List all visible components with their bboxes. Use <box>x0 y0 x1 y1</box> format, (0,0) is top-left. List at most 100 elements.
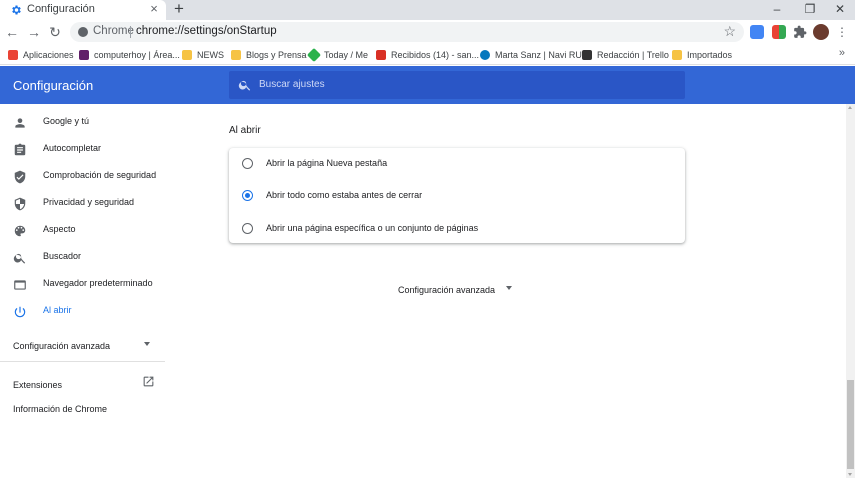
sidebar-item-appearance[interactable]: Aspecto <box>0 220 165 242</box>
bookmark-label: Blogs y Prensa <box>246 50 307 60</box>
scrollbar[interactable] <box>846 104 855 478</box>
section-title: Al abrir <box>229 125 261 136</box>
reload-button[interactable]: ↻ <box>47 24 63 40</box>
sidebar-item-label: Al abrir <box>43 305 72 315</box>
chrome-site-icon <box>78 27 88 37</box>
scroll-down-icon[interactable] <box>848 473 852 476</box>
bookmark-item[interactable]: Importados <box>672 48 732 62</box>
sidebar-item-privacy[interactable]: Privacidad y seguridad <box>0 193 165 215</box>
new-tab-button[interactable]: + <box>172 0 186 20</box>
sidebar-advanced-toggle[interactable]: Configuración avanzada <box>13 338 163 352</box>
address-bar[interactable]: Chrome chrome://settings/onStartup ☆ <box>70 22 744 42</box>
minimize-button[interactable]: – <box>762 0 792 20</box>
bookmark-item[interactable]: Blogs y Prensa <box>231 48 307 62</box>
bookmark-label: Today / Me <box>324 50 369 60</box>
bookmark-item[interactable]: computerhoy | Área... <box>79 48 180 62</box>
sidebar-item-label: Comprobación de seguridad <box>43 170 157 180</box>
startup-option-continue[interactable]: Abrir todo como estaba antes de cerrar <box>229 185 685 207</box>
close-window-button[interactable]: ✕ <box>825 0 855 20</box>
folder-icon <box>231 50 241 60</box>
sidebar-item-extensions[interactable]: Extensiones <box>13 376 158 391</box>
tab-settings[interactable]: Configuración × <box>0 0 166 20</box>
bookmark-label: NEWS <box>197 50 224 60</box>
translate-extension-icon[interactable] <box>750 25 764 39</box>
browser-icon <box>14 280 26 290</box>
power-icon <box>14 306 26 318</box>
bookmarks-bar: Aplicaciones computerhoy | Área... NEWS … <box>0 44 855 65</box>
restore-button[interactable]: ❐ <box>795 0 825 20</box>
scroll-thumb[interactable] <box>847 380 854 469</box>
folder-icon <box>182 50 192 60</box>
bookmark-item[interactable]: Recibidos (14) - san... <box>376 48 479 62</box>
option-label: Abrir la página Nueva pestaña <box>266 158 388 168</box>
radio-button-selected[interactable] <box>242 190 253 201</box>
page-title: Configuración <box>13 78 94 93</box>
bookmark-label: Redacción | Trello <box>597 50 669 60</box>
apps-grid-icon <box>8 50 18 60</box>
sidebar-item-on-startup[interactable]: Al abrir <box>0 301 165 323</box>
bookmarks-overflow-icon[interactable]: » <box>839 47 845 59</box>
omnibox-separator <box>130 26 131 38</box>
sidebar-item-label: Buscador <box>43 251 82 261</box>
shield-check-icon <box>14 170 26 184</box>
avatar[interactable] <box>813 24 829 40</box>
bookmark-star-icon[interactable]: ☆ <box>723 23 736 40</box>
bookmark-label: computerhoy | Área... <box>94 50 180 60</box>
gear-icon <box>12 5 21 15</box>
clipboard-icon <box>14 143 26 156</box>
sidebar-item-search-engine[interactable]: Buscador <box>0 247 165 269</box>
startup-option-new-tab[interactable]: Abrir la página Nueva pestaña <box>229 153 685 175</box>
shield-icon <box>14 197 26 211</box>
forward-button[interactable]: → <box>26 24 42 40</box>
person-icon <box>15 118 25 128</box>
bookmark-label: Aplicaciones <box>23 50 74 60</box>
bookmark-item[interactable]: Aplicaciones <box>8 48 74 62</box>
search-placeholder: Buscar ajustes <box>259 79 325 90</box>
sidebar-item-safety-check[interactable]: Comprobación de seguridad <box>0 166 165 188</box>
sidebar-item-label: Extensiones <box>13 380 63 390</box>
search-icon <box>238 80 251 91</box>
sidebar-item-label: Autocompletar <box>43 143 102 153</box>
feedly-icon <box>306 47 322 63</box>
bookmark-label: Importados <box>687 50 733 60</box>
palette-icon <box>14 225 26 237</box>
back-button[interactable]: ← <box>4 24 20 40</box>
radio-button[interactable] <box>242 223 253 234</box>
bookmark-item[interactable]: Marta Sanz | Navi RU <box>480 48 582 62</box>
trello-icon <box>582 50 592 60</box>
sidebar-item-label: Privacidad y seguridad <box>43 197 135 207</box>
folder-icon <box>672 50 682 60</box>
sidebar-item-about-chrome[interactable]: Información de Chrome <box>13 404 107 414</box>
advanced-settings-label: Configuración avanzada <box>398 285 496 295</box>
gmail-icon <box>376 50 386 60</box>
settings-header: Configuración Buscar ajustes <box>0 66 855 104</box>
radio-button[interactable] <box>242 158 253 169</box>
bookmark-item[interactable]: Today / Me <box>306 47 369 63</box>
startup-option-specific-pages[interactable]: Abrir una página específica o un conjunt… <box>229 218 685 240</box>
sidebar-item-autofill[interactable]: Autocompletar <box>0 139 165 161</box>
extension-icon[interactable] <box>772 25 786 39</box>
site-chip: Chrome <box>93 25 134 37</box>
advanced-settings-toggle[interactable]: Configuración avanzada <box>398 282 518 296</box>
open-in-new-icon <box>143 376 154 387</box>
option-label: Abrir una página específica o un conjunt… <box>266 223 479 233</box>
bookmark-item[interactable]: NEWS <box>182 48 224 62</box>
bookmark-label: Marta Sanz | Navi RU <box>495 50 582 60</box>
more-menu-icon[interactable]: ⋮ <box>836 23 848 41</box>
scroll-up-icon[interactable] <box>848 106 852 109</box>
tab-title: Configuración <box>27 3 95 15</box>
option-label: Abrir todo como estaba antes de cerrar <box>266 190 423 200</box>
sidebar-item-label: Aspecto <box>43 224 76 234</box>
startup-options-card: Abrir la página Nueva pestaña Abrir todo… <box>229 148 685 243</box>
chevron-down-icon <box>144 342 150 346</box>
tab-close-icon[interactable]: × <box>147 1 161 17</box>
sidebar-item-default-browser[interactable]: Navegador predeterminado <box>0 274 165 296</box>
sidebar-item-label: Google y tú <box>43 116 90 126</box>
drupal-icon <box>480 50 490 60</box>
bookmark-item[interactable]: Redacción | Trello <box>582 48 669 62</box>
url-text[interactable]: chrome://settings/onStartup <box>136 25 277 37</box>
search-input[interactable]: Buscar ajustes <box>229 71 685 99</box>
sidebar-item-google[interactable]: Google y tú <box>0 112 165 134</box>
sidebar-divider <box>0 361 165 362</box>
puzzle-icon[interactable] <box>793 25 807 39</box>
